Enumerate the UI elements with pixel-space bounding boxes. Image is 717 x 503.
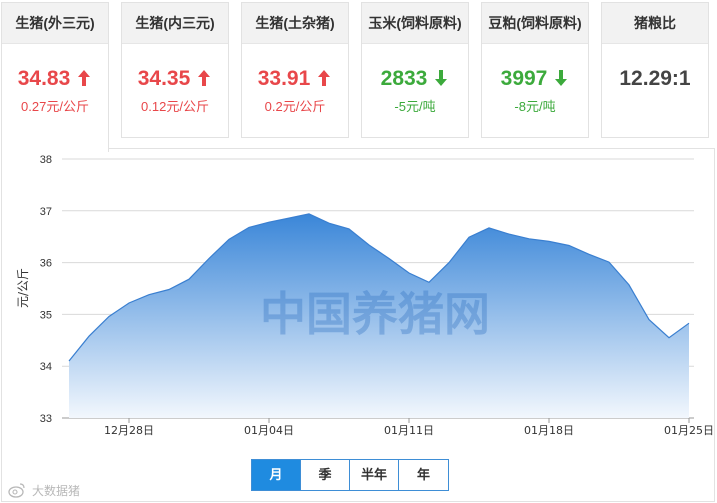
- price-chart-panel: [1, 148, 715, 502]
- card-value: 34.83: [17, 67, 71, 90]
- price-cards: 生猪(外三元) 34.83 0.27元/公斤 生猪(内三元) 34.35 0.1…: [1, 2, 713, 152]
- card-value: 2833: [380, 67, 428, 90]
- card-title: 生猪(土杂猪): [242, 3, 348, 44]
- arrow-down-icon: [433, 68, 449, 86]
- arrow-down-icon: [553, 68, 569, 86]
- card-title: 豆粕(饲料原料): [482, 3, 588, 44]
- arrow-up-icon: [76, 68, 92, 86]
- card-change: -5元/吨: [394, 99, 436, 114]
- card-change: 0.27元/公斤: [21, 99, 89, 114]
- card-title: 玉米(饲料原料): [362, 3, 468, 44]
- pig-price-dashboard: 生猪(外三元) 34.83 0.27元/公斤 生猪(内三元) 34.35 0.1…: [0, 0, 717, 503]
- weibo-logo-icon: [8, 483, 25, 498]
- card-pig-internal[interactable]: 生猪(内三元) 34.35 0.12元/公斤: [121, 2, 229, 138]
- card-value-row: 12.29:1: [602, 66, 708, 92]
- tab-quarter[interactable]: 季: [301, 460, 350, 490]
- card-pig-grain-ratio[interactable]: 猪粮比 12.29:1: [601, 2, 709, 138]
- card-value-row: 33.91: [242, 66, 348, 92]
- card-title: 生猪(外三元): [2, 3, 108, 44]
- tab-month[interactable]: 月: [252, 460, 301, 490]
- range-tabs: 月 季 半年 年: [251, 459, 449, 491]
- card-change: -8元/吨: [514, 99, 556, 114]
- tab-half-year[interactable]: 半年: [350, 460, 399, 490]
- card-title: 生猪(内三元): [122, 3, 228, 44]
- card-value: 12.29:1: [619, 67, 691, 90]
- card-title: 猪粮比: [602, 3, 708, 44]
- arrow-up-icon: [316, 68, 332, 86]
- card-soybean-meal[interactable]: 豆粕(饲料原料) 3997 -8元/吨: [481, 2, 589, 138]
- card-value-row: 34.35: [122, 66, 228, 92]
- card-pig-local[interactable]: 生猪(土杂猪) 33.91 0.2元/公斤: [241, 2, 349, 138]
- card-value-row: 3997: [482, 66, 588, 92]
- card-change: 0.2元/公斤: [264, 99, 326, 114]
- card-pig-external[interactable]: 生猪(外三元) 34.83 0.27元/公斤: [1, 2, 109, 152]
- card-value: 3997: [500, 67, 548, 90]
- card-corn[interactable]: 玉米(饲料原料) 2833 -5元/吨: [361, 2, 469, 138]
- card-value-row: 34.83: [2, 66, 108, 92]
- watermark-logo-text: 大数据猪: [32, 483, 80, 498]
- tab-year[interactable]: 年: [399, 460, 448, 490]
- card-change: 0.12元/公斤: [141, 99, 209, 114]
- card-value-row: 2833: [362, 66, 468, 92]
- card-value: 33.91: [257, 67, 311, 90]
- watermark-logo: 大数据猪: [8, 483, 80, 498]
- card-value: 34.35: [137, 67, 191, 90]
- arrow-up-icon: [196, 68, 212, 86]
